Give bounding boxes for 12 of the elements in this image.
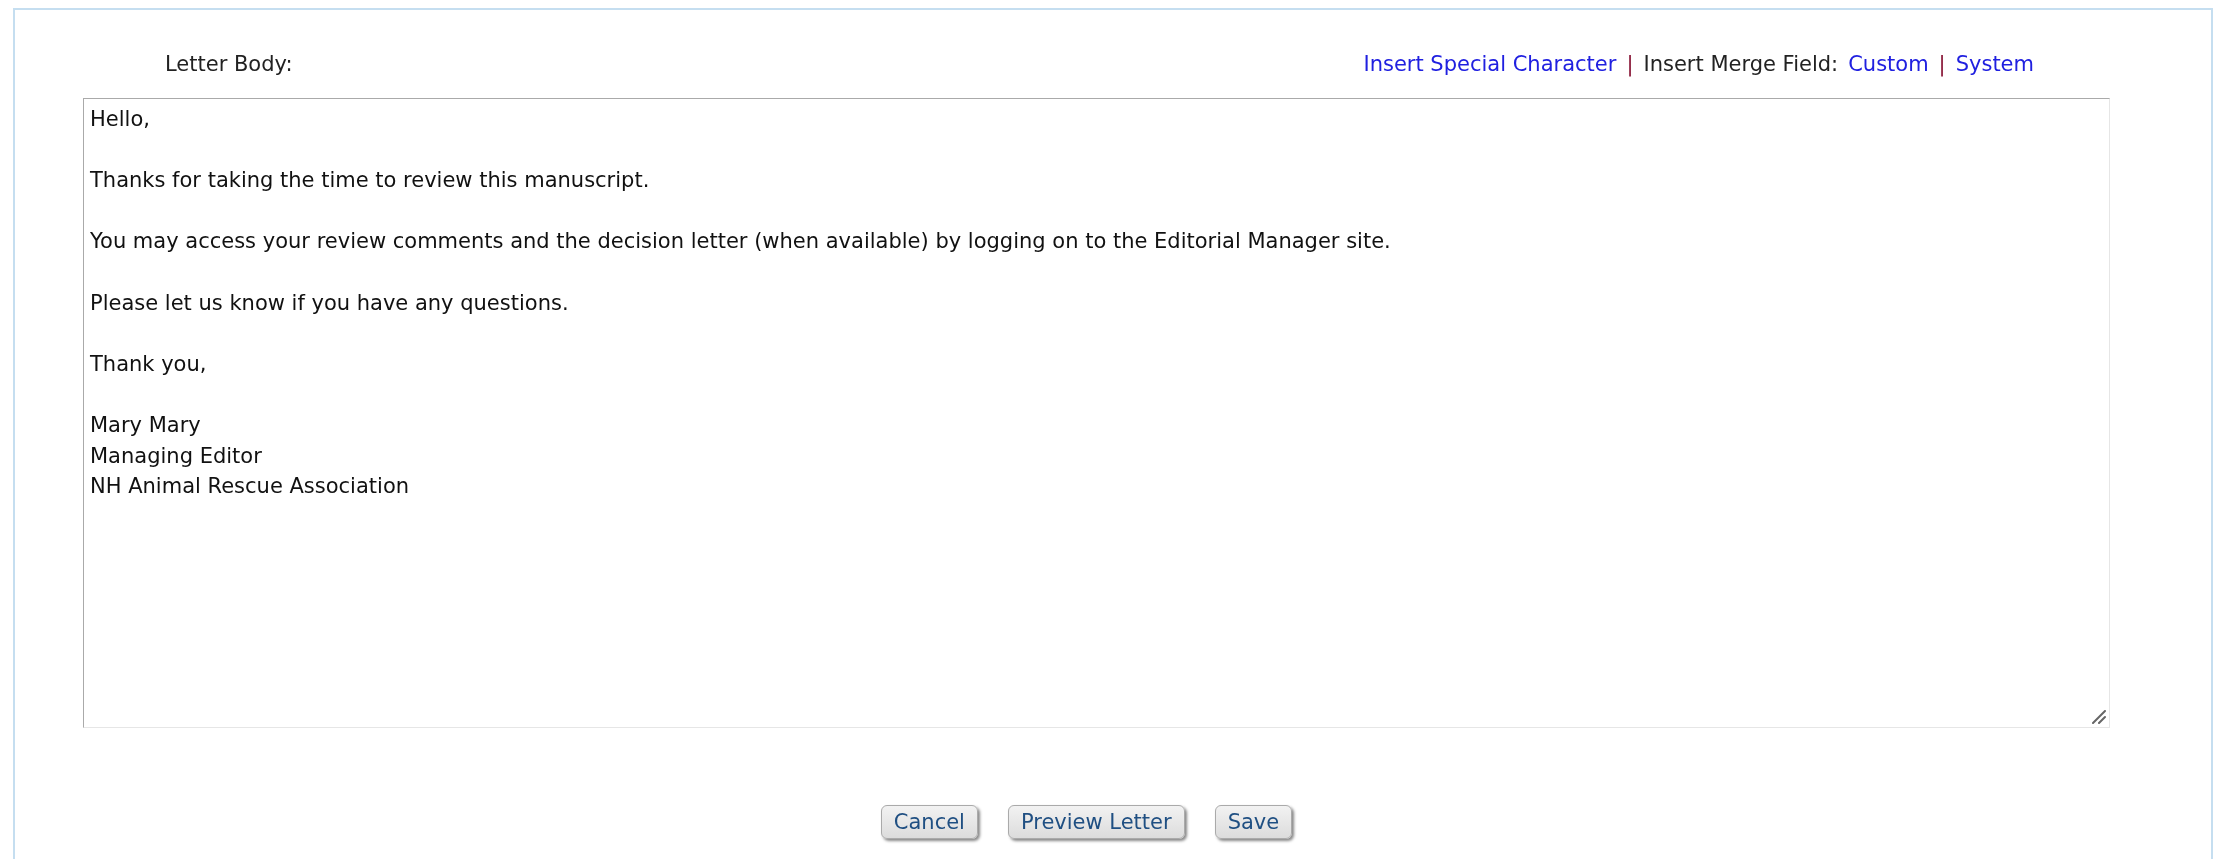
action-button[interactable]: Cancel: [880, 805, 978, 839]
letter-body-label: Letter Body:: [164, 52, 293, 76]
action-button[interactable]: Save: [1214, 805, 1293, 839]
toolbar-link[interactable]: System: [1955, 52, 2034, 76]
toolbar-link[interactable]: Custom: [1848, 52, 1929, 76]
resize-grip-icon[interactable]: [2092, 710, 2106, 724]
separator: |: [1938, 52, 1946, 76]
toolbar-link[interactable]: Insert Special Character: [1363, 52, 1617, 76]
action-button[interactable]: Preview Letter: [1007, 805, 1185, 839]
merge-field-label: Insert Merge Field:: [1643, 52, 1839, 76]
letter-body-field[interactable]: Hello, Thanks for taking the time to review this manuscript. You may access your review comments and the decision letter (when available) by logging on to the Editorial Manager site. Please let us know if you have any questions. Thank you, Mary Mary Managing Editor NH Animal Rescue Association: [83, 98, 2110, 728]
separator: |: [1626, 52, 1634, 76]
